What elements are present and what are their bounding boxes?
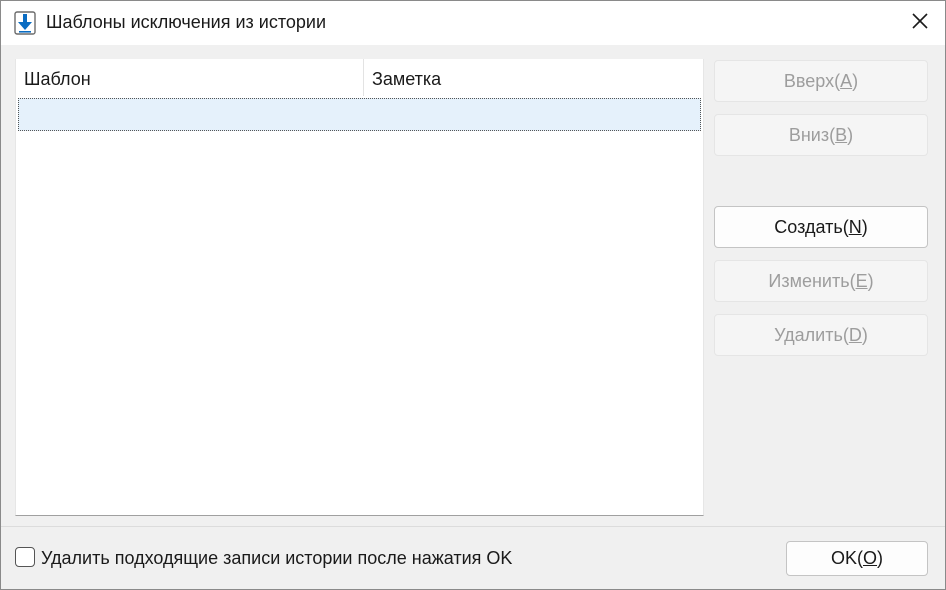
window-title: Шаблоны исключения из истории [46,12,327,32]
create-button[interactable]: Создать(N) [714,206,928,248]
column-header-pattern[interactable]: Шаблон [16,59,363,96]
edit-mnemonic: E [855,270,868,291]
delete-mnemonic: D [848,324,862,345]
create-label: Создать( [774,216,849,237]
move-up-button[interactable]: Вверх(A) [714,60,928,102]
column-header-note[interactable]: Заметка [364,59,703,96]
ok-label: OK( [830,548,863,568]
close-button[interactable] [897,3,943,43]
edit-suffix: ) [867,270,874,291]
list-row-selected[interactable] [18,98,701,131]
move-down-mnemonic: B [835,124,848,145]
move-up-suffix: ) [852,70,859,91]
ok-button[interactable]: OK(O) [786,541,928,576]
delete-label: Удалить( [774,324,849,345]
move-up-label: Вверх( [783,70,841,91]
create-mnemonic: N [848,216,862,237]
list-header: Шаблон Заметка [16,59,703,97]
move-down-button[interactable]: Вниз(B) [714,114,928,156]
move-down-label: Вниз( [788,124,836,145]
title-bar[interactable]: Шаблоны исключения из истории [1,1,945,45]
create-suffix: ) [861,216,868,237]
download-arrow-icon [14,11,36,35]
delete-button[interactable]: Удалить(D) [714,314,928,356]
edit-label: Изменить( [768,270,856,291]
edit-button[interactable]: Изменить(E) [714,260,928,302]
footer-divider [1,526,945,527]
delete-suffix: ) [861,324,868,345]
patterns-list[interactable]: Шаблон Заметка [15,59,704,516]
delete-history-checkbox-label[interactable]: Удалить подходящие записи истории после … [41,548,512,569]
move-down-suffix: ) [847,124,854,145]
ok-suffix: ) [877,548,884,568]
move-up-mnemonic: A [840,70,853,91]
ok-mnemonic: O [863,548,878,568]
delete-history-checkbox[interactable] [15,547,35,567]
dialog-window: Шаблоны исключения из истории Шаблон Зам… [0,0,946,590]
close-icon [911,12,929,35]
